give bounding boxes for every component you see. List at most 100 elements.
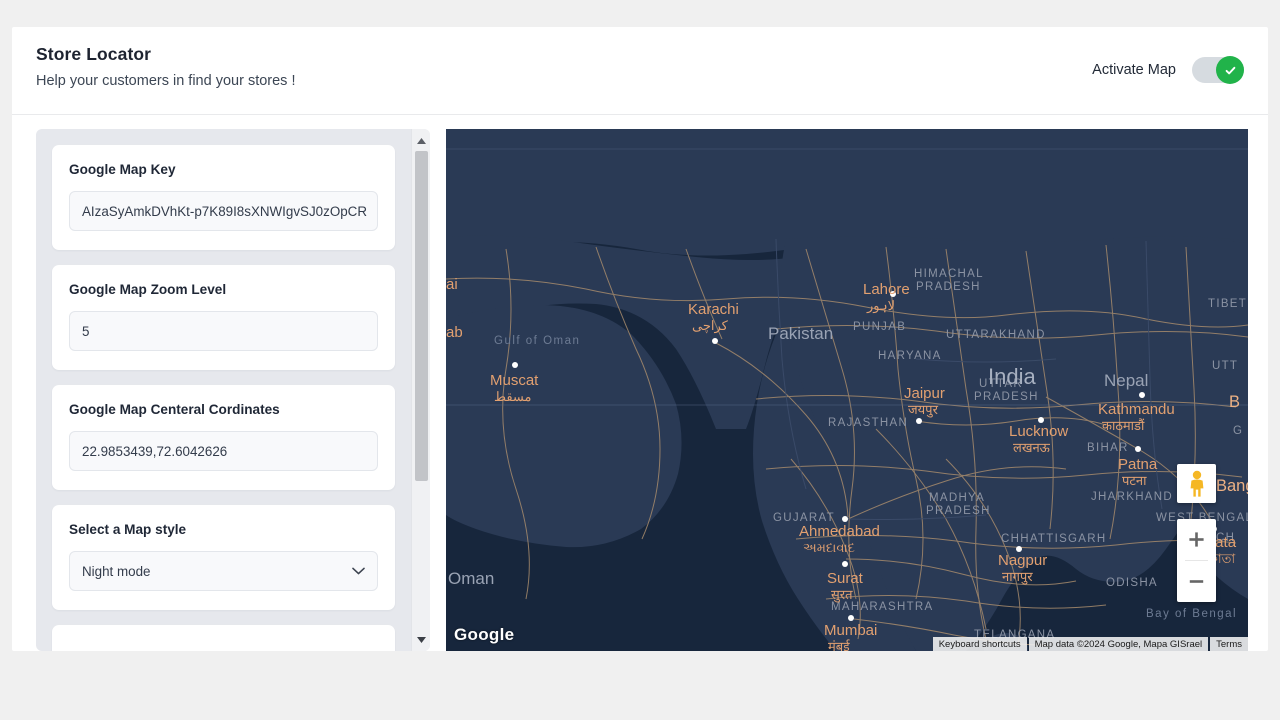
city-label: Lucknow [1009, 423, 1068, 440]
city-dot [712, 338, 718, 344]
app-root: Store Locator Help your customers in fin… [0, 0, 1280, 720]
map-zoom-controls [1177, 519, 1216, 602]
state-label: RAJASTHAN [828, 417, 908, 429]
pegman-icon [1186, 470, 1208, 498]
setting-label: Google Map Zoom Level [69, 282, 378, 297]
panel-header: Store Locator Help your customers in fin… [12, 27, 1268, 115]
google-map-key-input[interactable]: AIzaSyAmkDVhKt-p7K89I8sXNWIgvSJ0zOpCR [69, 191, 378, 231]
country-label: India [988, 364, 1036, 389]
state-label: CHHATTISGARH [1001, 533, 1106, 545]
scrollbar-down-button[interactable] [412, 631, 430, 648]
map-label-partial: UTT [1212, 360, 1238, 372]
store-locator-panel: Store Locator Help your customers in fin… [12, 27, 1268, 651]
google-map-zoom-level-input[interactable]: 5 [69, 311, 378, 351]
city-label-native: नागपुर [1002, 569, 1033, 585]
map-label-partial: G [1233, 425, 1243, 437]
city-label-native: کراچی [692, 318, 729, 334]
triangle-down-icon [417, 637, 426, 643]
settings-scroll-area: Google Map Key AIzaSyAmkDVhKt-p7K89I8sXN… [36, 129, 411, 651]
city-dot [1139, 392, 1145, 398]
setting-card-zoom-level: Google Map Zoom Level 5 [52, 265, 395, 370]
state-label: ODISHA [1106, 577, 1158, 589]
city-label: Lahore [863, 281, 910, 298]
city-label-native: लखनऊ [1013, 440, 1051, 455]
setting-label: Select a Map style [69, 522, 378, 537]
zoom-in-button[interactable] [1177, 519, 1216, 560]
settings-column: Google Map Key AIzaSyAmkDVhKt-p7K89I8sXN… [36, 129, 430, 651]
water-label: Gulf of Oman [494, 335, 580, 347]
city-label: Muscat [490, 372, 539, 389]
google-map[interactable]: Gulf of Oman Bay of Bengal PUNJAB HARYANA HI… [446, 129, 1248, 651]
city-dot [1135, 446, 1141, 452]
street-view-pegman-button[interactable] [1177, 464, 1216, 503]
city-label: Kathmandu [1098, 401, 1175, 418]
map-labels: Gulf of Oman Bay of Bengal PUNJAB HARYANA HI… [446, 129, 1248, 651]
setting-label: Google Map Centeral Cordinates [69, 402, 378, 417]
state-label: PRADESH [974, 391, 1039, 403]
city-label-native: मुंबई [828, 639, 851, 651]
map-attribution-bar: Keyboard shortcuts Map data ©2024 Google… [933, 637, 1248, 651]
settings-scrollbar[interactable] [411, 129, 430, 651]
scrollbar-thumb[interactable] [415, 151, 428, 481]
state-label: UTTARAKHAND [946, 329, 1046, 341]
activate-map-toggle[interactable] [1192, 57, 1244, 83]
country-label: Nepal [1104, 371, 1148, 390]
map-label-partial: B [1229, 393, 1240, 411]
setting-label: Google Map Key [69, 162, 378, 177]
setting-card-google-map-key: Google Map Key AIzaSyAmkDVhKt-p7K89I8sXN… [52, 145, 395, 250]
keyboard-shortcuts-link[interactable]: Keyboard shortcuts [933, 637, 1027, 651]
country-label: TIBET [1208, 298, 1247, 310]
city-label-native: जयपुर [908, 402, 939, 418]
city-label: Ahmedabad [799, 523, 880, 540]
activate-map-control: Activate Map [1092, 57, 1244, 83]
activate-map-label: Activate Map [1092, 62, 1176, 78]
state-label: BIHAR [1087, 442, 1129, 454]
state-label: PUNJAB [853, 321, 906, 333]
google-logo: Google [454, 625, 514, 645]
city-label: Jaipur [904, 385, 945, 402]
city-dot [916, 418, 922, 424]
state-label: HARYANA [878, 350, 942, 362]
water-label: Bay of Bengal [1146, 608, 1237, 620]
triangle-up-icon [417, 138, 426, 144]
city-dot [842, 561, 848, 567]
state-label: PRADESH [916, 281, 981, 293]
state-label: PRADESH [926, 505, 991, 517]
country-label: Pakistan [768, 324, 833, 343]
map-label-partial: ab [446, 324, 463, 341]
city-label: Patna [1118, 456, 1158, 473]
panel-body: Google Map Key AIzaSyAmkDVhKt-p7K89I8sXN… [12, 116, 1268, 651]
page-title: Store Locator [36, 44, 1244, 65]
page-subtitle: Help your customers in find your stores … [36, 73, 1244, 89]
setting-card-map-style: Select a Map style Night mode [52, 505, 395, 610]
terms-link[interactable]: Terms [1210, 637, 1248, 651]
city-label-native: सुरत [831, 587, 853, 603]
map-data-attribution: Map data ©2024 Google, Mapa GISrael [1029, 637, 1209, 651]
zoom-out-button[interactable] [1177, 561, 1216, 602]
city-label-native: لاہور [866, 298, 895, 314]
city-label-native: काठमाडौं [1102, 418, 1145, 433]
city-label: Surat [827, 570, 864, 587]
google-map-coordinates-input[interactable]: 22.9853439,72.6042626 [69, 431, 378, 471]
state-label: JHARKHAND [1091, 491, 1173, 503]
minus-icon [1188, 573, 1205, 590]
state-label: MAHARASHTRA [831, 601, 933, 613]
city-label-native: पटना [1122, 473, 1147, 488]
check-icon [1224, 64, 1237, 77]
map-style-select[interactable]: Night mode [69, 551, 378, 591]
city-label-native: مسقط [494, 389, 531, 404]
city-label: Nagpur [998, 552, 1047, 569]
map-label-partial: ai [446, 276, 458, 293]
state-label: MADHYA [929, 492, 985, 504]
setting-card-next-partial [52, 625, 395, 651]
city-label: Mumbai [824, 622, 877, 639]
scrollbar-up-button[interactable] [412, 132, 430, 149]
state-label: HIMACHAL [914, 268, 984, 280]
plus-icon [1188, 531, 1205, 548]
city-dot [848, 615, 854, 621]
map-label-partial: Bang [1216, 477, 1248, 495]
city-dot [512, 362, 518, 368]
setting-card-central-coordinates: Google Map Centeral Cordinates 22.985343… [52, 385, 395, 490]
map-style-select-wrap: Night mode [69, 551, 378, 591]
city-label: Karachi [688, 301, 739, 318]
